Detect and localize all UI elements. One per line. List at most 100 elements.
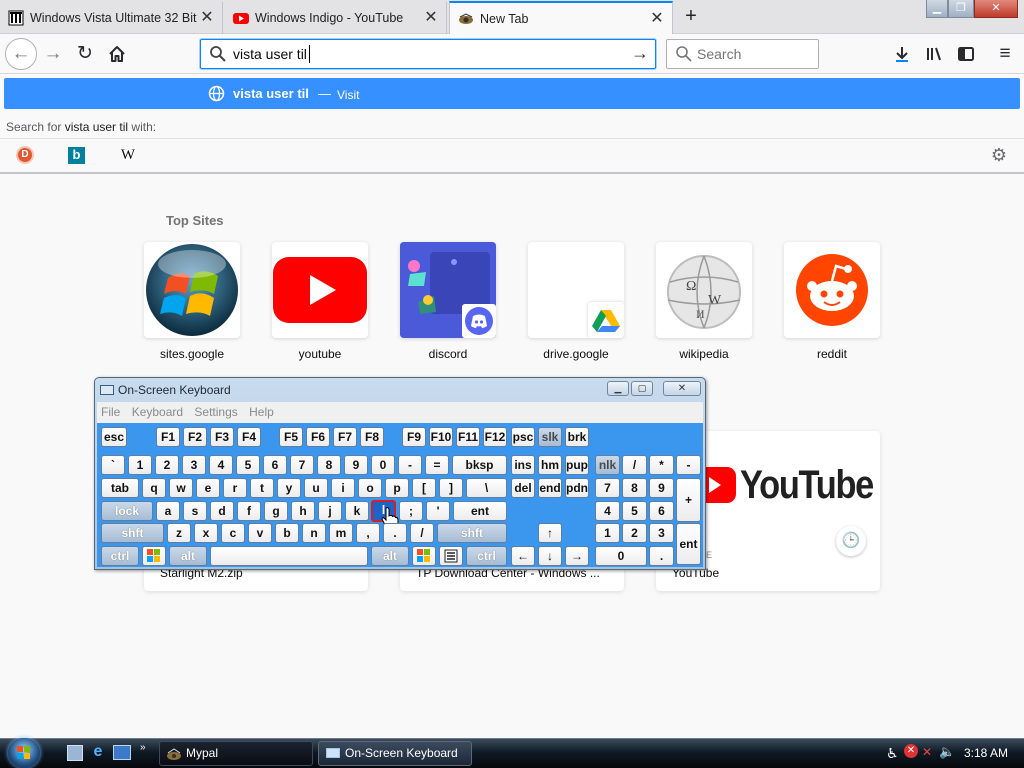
key-left-alt[interactable]: alt bbox=[169, 546, 207, 566]
key-1[interactable]: 1 bbox=[128, 455, 152, 475]
tab-vista-archive[interactable]: Windows Vista Ultimate 32 Bit : ✕ bbox=[0, 2, 223, 34]
network-status-tray-icon[interactable]: ✕ bbox=[922, 745, 932, 759]
key-equals[interactable]: = bbox=[425, 455, 449, 475]
top-site-tile-youtube[interactable] bbox=[272, 242, 368, 338]
windows-logo-key-icon[interactable] bbox=[142, 546, 166, 566]
go-arrow-icon[interactable]: → bbox=[631, 43, 649, 64]
key-num-1[interactable]: 1 bbox=[595, 523, 620, 543]
menu-hamburger-icon[interactable]: ≡ bbox=[990, 39, 1020, 69]
key-slk[interactable]: slk bbox=[538, 427, 562, 447]
library-icon[interactable] bbox=[919, 39, 949, 69]
key-right-ctrl[interactable]: ctrl bbox=[466, 546, 507, 566]
key-f5[interactable]: F5 bbox=[279, 427, 303, 447]
key-m[interactable]: m bbox=[329, 523, 353, 543]
key-0[interactable]: 0 bbox=[371, 455, 395, 475]
accessibility-tray-icon[interactable]: ♿ bbox=[886, 745, 899, 762]
key-pdn[interactable]: pdn bbox=[565, 478, 589, 498]
key-num-4[interactable]: 4 bbox=[595, 501, 620, 521]
key-2[interactable]: 2 bbox=[155, 455, 179, 475]
key-num-3[interactable]: 3 bbox=[649, 523, 674, 543]
taskbar-item-on-screen-keyboard[interactable]: On-Screen Keyboard bbox=[318, 741, 472, 766]
key-num-enter[interactable]: ent bbox=[676, 523, 701, 565]
top-site-tile-sites-google[interactable] bbox=[144, 242, 240, 338]
volume-tray-icon[interactable]: 🔈 bbox=[939, 744, 955, 760]
key-f7[interactable]: F7 bbox=[333, 427, 357, 447]
key-b[interactable]: b bbox=[275, 523, 299, 543]
url-input-text[interactable]: vista user til bbox=[233, 46, 307, 62]
top-site-tile-reddit[interactable] bbox=[784, 242, 880, 338]
internet-explorer-icon[interactable]: e bbox=[89, 743, 107, 761]
switch-windows-icon[interactable] bbox=[113, 745, 131, 760]
top-site-tile-discord[interactable] bbox=[400, 242, 496, 338]
key-h[interactable]: h bbox=[291, 501, 315, 521]
key-left-ctrl[interactable]: ctrl bbox=[101, 546, 139, 566]
key-right-alt[interactable]: alt bbox=[371, 546, 409, 566]
security-alert-tray-icon[interactable]: ✕ bbox=[904, 744, 918, 758]
key-open-bracket[interactable]: [ bbox=[412, 478, 436, 498]
key-period[interactable]: . bbox=[383, 523, 407, 543]
key-num-add[interactable]: + bbox=[676, 478, 701, 522]
autocomplete-suggestion-row[interactable]: vista user til — Visit bbox=[4, 78, 1020, 109]
reload-icon[interactable]: ↻ bbox=[70, 39, 100, 69]
key-x[interactable]: x bbox=[194, 523, 218, 543]
home-icon[interactable] bbox=[102, 39, 132, 69]
bing-engine-icon[interactable]: b bbox=[68, 147, 85, 164]
forward-arrow-icon[interactable]: → bbox=[38, 39, 68, 69]
key-4[interactable]: 4 bbox=[209, 455, 233, 475]
key-c[interactable]: c bbox=[221, 523, 245, 543]
key-7[interactable]: 7 bbox=[290, 455, 314, 475]
key-f4[interactable]: F4 bbox=[237, 427, 261, 447]
key-u[interactable]: u bbox=[304, 478, 328, 498]
key-g[interactable]: g bbox=[264, 501, 288, 521]
key-space[interactable] bbox=[210, 546, 368, 566]
key-s[interactable]: s bbox=[183, 501, 207, 521]
tab-new-tab[interactable]: New Tab ✕ bbox=[449, 1, 673, 34]
key-i[interactable]: i bbox=[331, 478, 355, 498]
quicklaunch-overflow-icon[interactable]: » bbox=[140, 742, 146, 753]
key-slash[interactable]: / bbox=[410, 523, 434, 543]
key-num-6[interactable]: 6 bbox=[649, 501, 674, 521]
key-f2[interactable]: F2 bbox=[183, 427, 207, 447]
key-q[interactable]: q bbox=[142, 478, 166, 498]
key-arrow-up[interactable]: ↑ bbox=[538, 523, 562, 543]
key-f8[interactable]: F8 bbox=[360, 427, 384, 447]
osk-maximize-icon[interactable]: ▢ bbox=[631, 381, 653, 396]
key-brk[interactable]: brk bbox=[565, 427, 589, 447]
key-backtick[interactable]: ` bbox=[101, 455, 125, 475]
key-d[interactable]: d bbox=[210, 501, 234, 521]
key-ins[interactable]: ins bbox=[511, 455, 535, 475]
osk-close-icon[interactable]: ✕ bbox=[663, 381, 701, 396]
key-f9[interactable]: F9 bbox=[402, 427, 426, 447]
key-num-2[interactable]: 2 bbox=[622, 523, 647, 543]
context-menu-key-icon[interactable] bbox=[439, 546, 463, 566]
windows-logo-key-icon[interactable] bbox=[412, 546, 436, 566]
search-settings-gear-icon[interactable]: ⚙ bbox=[989, 145, 1009, 165]
key-o[interactable]: o bbox=[358, 478, 382, 498]
top-site-tile-wikipedia[interactable]: Ω W И bbox=[656, 242, 752, 338]
key-esc[interactable]: esc bbox=[101, 427, 127, 447]
key-num-8[interactable]: 8 bbox=[622, 478, 647, 498]
key-3[interactable]: 3 bbox=[182, 455, 206, 475]
key-backslash[interactable]: \ bbox=[466, 478, 507, 498]
key-arrow-right[interactable]: → bbox=[565, 546, 589, 566]
tab-youtube[interactable]: Windows Indigo - YouTube ✕ bbox=[225, 2, 447, 34]
key-num-multiply[interactable]: * bbox=[649, 455, 674, 475]
key-close-bracket[interactable]: ] bbox=[439, 478, 463, 498]
key-right-shift[interactable]: shft bbox=[437, 523, 507, 543]
menu-keyboard[interactable]: Keyboard bbox=[128, 402, 187, 419]
menu-help[interactable]: Help bbox=[245, 402, 278, 419]
key-f10[interactable]: F10 bbox=[429, 427, 453, 447]
url-bar[interactable]: vista user til → bbox=[200, 39, 656, 69]
taskbar-item-mypal[interactable]: Mypal bbox=[159, 741, 313, 766]
key-arrow-down[interactable]: ↓ bbox=[538, 546, 562, 566]
key-k[interactable]: k bbox=[345, 501, 369, 521]
key-f1[interactable]: F1 bbox=[156, 427, 180, 447]
key-num-7[interactable]: 7 bbox=[595, 478, 620, 498]
menu-file[interactable]: File bbox=[97, 402, 124, 419]
key-9[interactable]: 9 bbox=[344, 455, 368, 475]
downloads-icon[interactable] bbox=[887, 39, 917, 69]
minimize-window-icon[interactable]: ▁ bbox=[926, 0, 948, 18]
key-a[interactable]: a bbox=[156, 501, 180, 521]
key-pup[interactable]: pup bbox=[565, 455, 589, 475]
restore-window-icon[interactable]: ❐ bbox=[948, 0, 974, 18]
